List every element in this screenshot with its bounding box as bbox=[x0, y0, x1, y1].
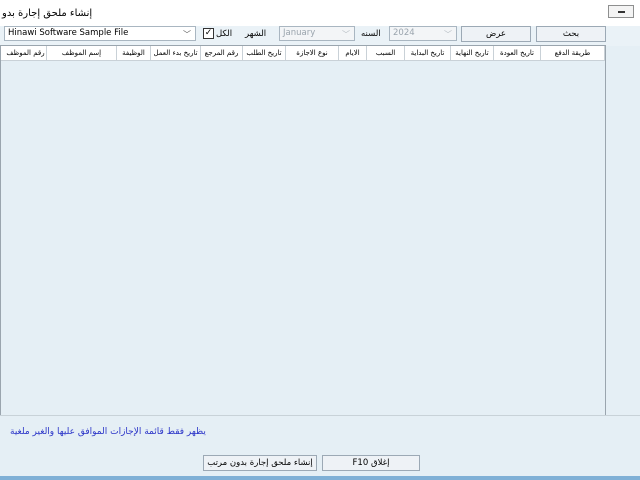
column-header[interactable]: نوع الاجازة bbox=[286, 46, 339, 60]
month-label: الشهر bbox=[245, 29, 267, 39]
year-select-value: 2024 bbox=[393, 28, 415, 38]
window-border bbox=[0, 476, 640, 480]
column-header[interactable]: رقم المرجع bbox=[201, 46, 243, 60]
leave-grid[interactable]: طريقة الدفع تاريخ العودة تاريخ النهاية ت… bbox=[0, 45, 606, 416]
column-header[interactable]: تاريخ النهاية bbox=[451, 46, 494, 60]
restore-icon bbox=[618, 11, 625, 13]
column-header[interactable]: السبب bbox=[367, 46, 405, 60]
year-label: السنه bbox=[361, 29, 381, 39]
column-header[interactable]: إسم الموظف bbox=[47, 46, 117, 60]
close-button[interactable]: F10 إغلاق bbox=[322, 455, 420, 471]
month-select-value: January bbox=[283, 28, 316, 38]
year-select[interactable]: 2024 ﹀ bbox=[389, 26, 457, 41]
chevron-down-icon: ﹀ bbox=[444, 30, 452, 39]
check-icon: ✓ bbox=[204, 28, 213, 38]
all-checkbox[interactable]: ✓ bbox=[203, 28, 214, 39]
chevron-down-icon: ﹀ bbox=[342, 30, 350, 39]
column-header[interactable]: تاريخ البداية bbox=[405, 46, 451, 60]
column-header[interactable]: تاريخ الطلب bbox=[243, 46, 286, 60]
all-label: الكل bbox=[216, 29, 233, 39]
restore-button[interactable] bbox=[608, 5, 634, 18]
column-header[interactable]: الوظيفة bbox=[117, 46, 151, 60]
grid-header: طريقة الدفع تاريخ العودة تاريخ النهاية ت… bbox=[1, 46, 605, 61]
title-bar: إنشاء ملحق إجارة بدو bbox=[0, 0, 640, 26]
chevron-down-icon: ﹀ bbox=[183, 30, 191, 39]
info-note: يظهر فقط قائمة الإجازات الموافق عليها وا… bbox=[10, 427, 206, 437]
create-unpaid-leave-button[interactable]: إنشاء ملحق إجارة بدون مرتب bbox=[203, 455, 317, 471]
view-button[interactable]: عرض bbox=[461, 26, 531, 42]
company-select[interactable]: Hinawi Software Sample File ﹀ bbox=[4, 26, 196, 41]
window-title: إنشاء ملحق إجارة بدو bbox=[2, 8, 93, 19]
column-header[interactable]: تاريخ العودة bbox=[494, 46, 541, 60]
column-header[interactable]: طريقة الدفع bbox=[541, 46, 605, 60]
month-select[interactable]: January ﹀ bbox=[279, 26, 355, 41]
main-panel: Hinawi Software Sample File ﹀ ✓ الكل الش… bbox=[0, 26, 640, 480]
footer-divider bbox=[0, 415, 640, 416]
column-header[interactable]: تاريخ بدء العمل bbox=[151, 46, 201, 60]
column-header[interactable]: رقم الموظف bbox=[5, 46, 47, 60]
company-select-value: Hinawi Software Sample File bbox=[8, 28, 129, 38]
column-header[interactable]: الايام bbox=[339, 46, 367, 60]
search-button[interactable]: بحث bbox=[536, 26, 606, 42]
